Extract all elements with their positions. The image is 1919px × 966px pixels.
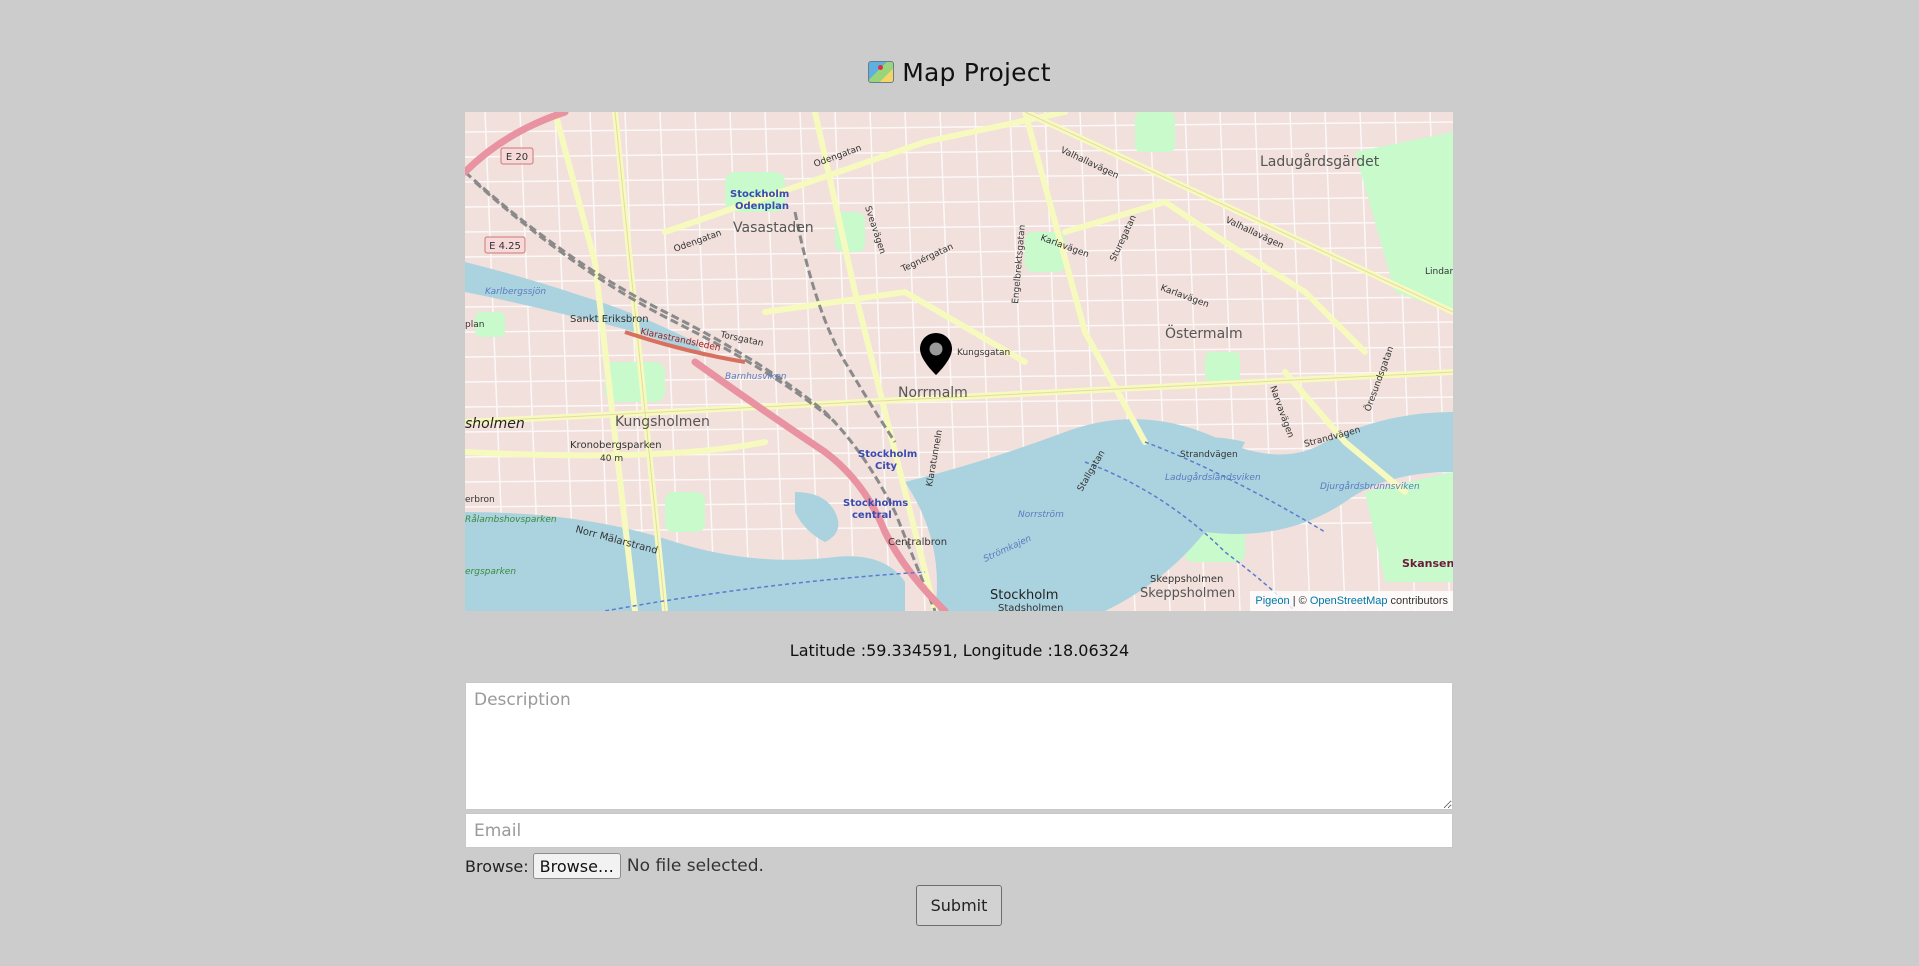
map-label-erbron: erbron — [465, 495, 495, 505]
map-label-odenplan-1: Stockholm — [730, 189, 789, 200]
openstreetmap-link[interactable]: OpenStreetMap — [1310, 595, 1388, 607]
map-label-ergsparken: ergsparken — [465, 567, 516, 577]
map-label-ladugardslandsviken: Ladugårdslandsviken — [1165, 472, 1261, 483]
map-attribution: Pigeon | © OpenStreetMap contributors — [1250, 591, 1453, 611]
map-label-norrstrom: Norrström — [1018, 510, 1064, 520]
browse-button[interactable]: Browse… — [532, 853, 621, 879]
file-upload-label: Browse: — [465, 856, 529, 876]
map-label-e20: E 20 — [506, 152, 528, 163]
map-label-ostermalm: Östermalm — [1165, 324, 1243, 342]
map-label-ladugardsgardet: Ladugårdsgärdet — [1260, 153, 1380, 170]
map-label-karlbergssjon: Karlbergssjön — [485, 287, 546, 297]
map-pin-icon[interactable] — [919, 332, 953, 376]
map-label-odenplan-2: Odenplan — [735, 201, 789, 212]
description-textarea[interactable] — [465, 682, 1453, 810]
map-label-lindar: Lindar — [1425, 267, 1453, 277]
map-label-rlamsholmen: Rålambshovsparken — [465, 514, 557, 525]
world-map-icon — [868, 61, 895, 83]
map-label-stadsholmen: Stadsholmen — [998, 603, 1063, 611]
map-label-barnhusviken: Barnhusviken — [725, 372, 787, 382]
map-label-vasastaden: Vasastaden — [733, 220, 814, 236]
map-label-sankt-eriksbron: Sankt Eriksbron — [570, 314, 649, 325]
map-label-elev-40: 40 m — [600, 454, 623, 464]
map-label-stockholm-city-2: City — [875, 461, 898, 472]
map-label-centralbron: Centralbron — [888, 537, 947, 548]
page: Map Project E 20 E 4.25 Ladugårdsgärdet … — [0, 0, 1919, 966]
map-label-djurgardsbrunnsviken: Djurgårdsbrunnsviken — [1320, 481, 1420, 492]
leaflet-link[interactable]: Pigeon — [1255, 595, 1289, 607]
map-label-skansen: Skansen — [1402, 557, 1453, 570]
map-label-stockholms-central-2: central — [852, 510, 892, 521]
map-label-plan: plan — [465, 320, 484, 330]
email-field[interactable] — [465, 813, 1453, 848]
page-title-text: Map Project — [902, 58, 1051, 87]
map-label-e425: E 4.25 — [489, 241, 521, 252]
map-label-stockholm-city-1: Stockholm — [858, 449, 917, 460]
coordinates-readout: Latitude :59.334591, Longitude :18.06324 — [789, 641, 1130, 660]
map-view[interactable]: E 20 E 4.25 Ladugårdsgärdet Vasastaden S… — [465, 112, 1453, 611]
map-label-skeppsholmen-1: Skeppsholmen — [1150, 574, 1223, 585]
map-label-norrmalm: Norrmalm — [898, 385, 968, 401]
map-label-strandvagen-1: Strandvägen — [1180, 450, 1238, 460]
map-label-stockholms-central-1: Stockholms — [843, 498, 908, 509]
attribution-separator: | © — [1289, 595, 1310, 607]
page-title: Map Project — [0, 58, 1919, 87]
map-label-kungsholmen-edge: sholmen — [465, 416, 525, 432]
map-label-kronobergsparken: Kronobergsparken — [570, 440, 662, 451]
attribution-suffix: contributors — [1387, 595, 1448, 607]
file-status-text: No file selected. — [626, 856, 764, 876]
file-upload-row: Browse: Browse… No file selected. — [465, 853, 764, 879]
map-label-stockholm: Stockholm — [990, 588, 1058, 603]
map-label-skeppsholmen-2: Skeppsholmen — [1140, 586, 1235, 601]
submit-button[interactable]: Submit — [916, 885, 1002, 926]
map-label-kungsholmen: Kungsholmen — [615, 414, 710, 430]
map-label-kungsgatan: Kungsgatan — [957, 348, 1010, 358]
map-tiles[interactable]: E 20 E 4.25 Ladugårdsgärdet Vasastaden S… — [465, 112, 1453, 611]
